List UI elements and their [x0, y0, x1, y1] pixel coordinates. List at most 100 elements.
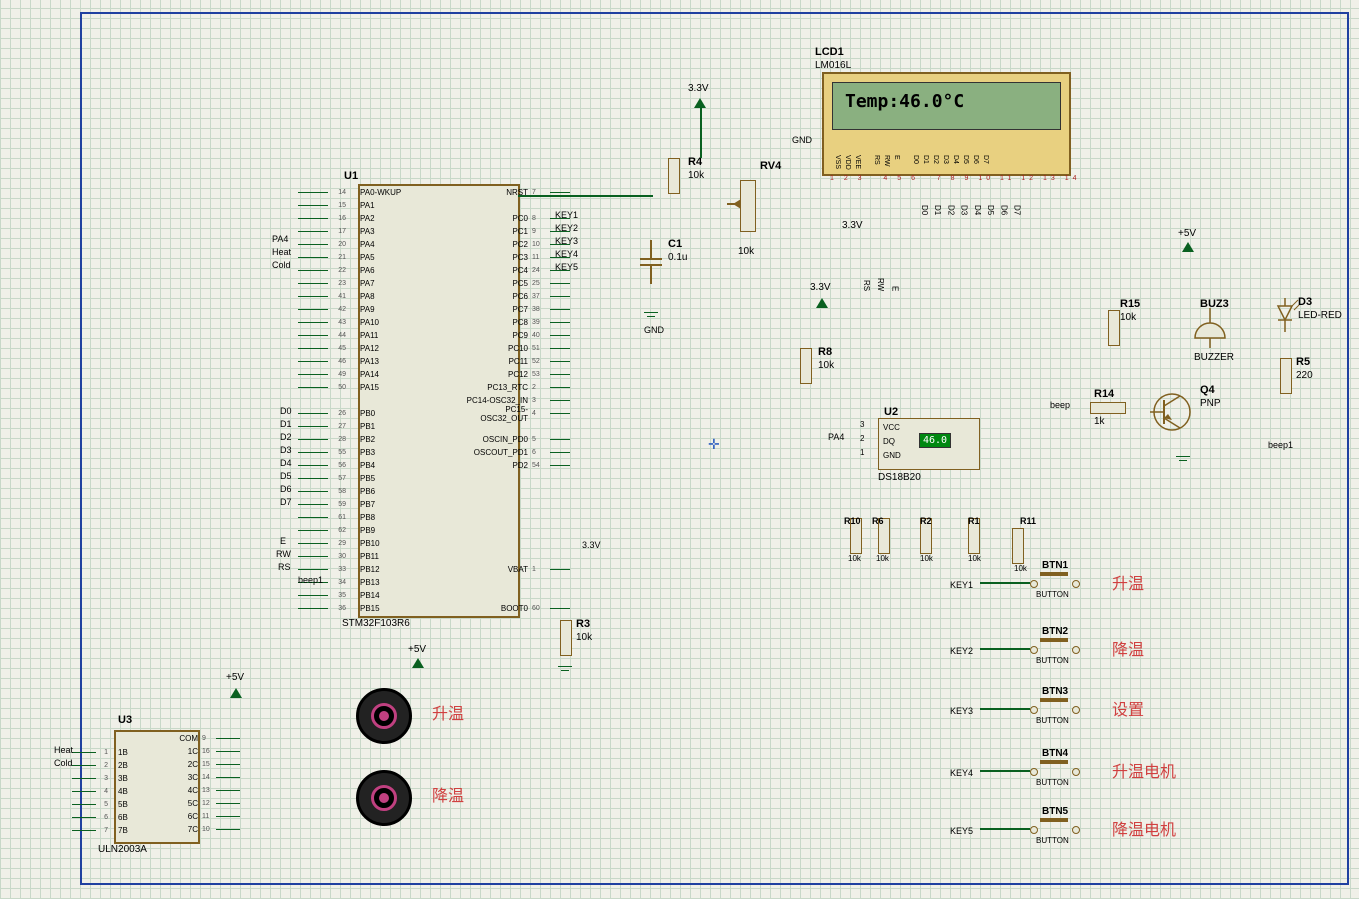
mcu-left-pin-row: 26 PB0	[298, 407, 401, 420]
button-btn3[interactable]	[1030, 700, 1080, 714]
btn-part-btn3: BUTTON	[1036, 716, 1069, 725]
r3-ref: R3	[576, 618, 590, 630]
mcu-right-pin-row: PC12 53	[460, 368, 570, 381]
mcu-right-pin-row	[460, 485, 570, 498]
net-d0: D0	[920, 205, 929, 215]
mcu-left-pin-row: 27 PB1	[298, 420, 401, 433]
mcu-left-pin-row: 23 PA7	[298, 277, 401, 290]
mcu-right-pin-row: PC2 10	[460, 238, 570, 251]
mcu-right-pin-row: PC7 38	[460, 303, 570, 316]
sensor-chip: VCC DQ GND 46.0	[878, 418, 980, 470]
net-d5-mcu: D5	[280, 471, 292, 481]
btn-part-btn4: BUTTON	[1036, 778, 1069, 787]
net-d3: D3	[960, 205, 969, 215]
button-btn1[interactable]	[1030, 574, 1080, 588]
mcu-part: STM32F103R6	[342, 618, 410, 629]
r14-val: 1k	[1094, 416, 1105, 427]
btn-ref-btn4: BTN4	[1042, 748, 1068, 759]
r8-val: 10k	[818, 360, 834, 371]
lcd-part: LM016L	[815, 60, 851, 71]
mcu-left-pin-row: 45 PA12	[298, 342, 401, 355]
lcd-ctrl-nets: RS RW E	[862, 278, 899, 293]
rv4-val: 10k	[738, 246, 754, 257]
uln-part: ULN2003A	[98, 844, 147, 855]
uln-right-pin-row: 1C 16	[160, 745, 240, 758]
mcu-right-pin-row: PC3 11	[460, 251, 570, 264]
btn-ref-btn3: BTN3	[1042, 686, 1068, 697]
net-rs: RS	[862, 280, 871, 291]
sensor-pin-gnd: GND	[883, 451, 901, 460]
vcc-33v-2: 3.3V	[810, 282, 831, 293]
r5-val: 220	[1296, 370, 1313, 381]
uln-right-pin-row: COM 9	[160, 732, 240, 745]
button-btn2[interactable]	[1030, 640, 1080, 654]
mcu-right-pin-row: PC11 52	[460, 355, 570, 368]
r6-val: 10k	[876, 554, 889, 563]
mcu-left-pin-row: 41 PA8	[298, 290, 401, 303]
btn-net-btn3: KEY3	[950, 706, 973, 716]
motor-cold-label: 降温	[432, 782, 464, 806]
button-btn5[interactable]	[1030, 820, 1080, 834]
mcu-right-pin-row	[460, 537, 570, 550]
mcu-left-pin-row: 43 PA10	[298, 316, 401, 329]
mcu-left-pin-row: 62 PB9	[298, 524, 401, 537]
lcd-pin-rs: RS	[873, 155, 880, 170]
btn-net-btn5: KEY5	[950, 826, 973, 836]
mcu-left-pin-group: 14 PA0-WKUP 15 PA1 16 PA2 17 PA3 20 PA4 …	[298, 186, 401, 615]
wire-btn-btn2	[980, 648, 1030, 650]
cursor-crosshair-icon: ✛	[708, 436, 720, 453]
net-d6: D6	[999, 205, 1008, 215]
uln-left-pin-row: 4 4B	[72, 785, 128, 798]
r2-val: 10k	[920, 554, 933, 563]
net-e-mcu: E	[280, 536, 286, 546]
btn-net-btn2: KEY2	[950, 646, 973, 656]
sensor-pin-vcc: VCC	[883, 423, 900, 432]
power-arrow-1	[694, 98, 706, 108]
buzzer-buz3	[1190, 308, 1230, 351]
potentiometer-rv4	[740, 180, 756, 232]
lcd-pin-d4: D4	[952, 155, 959, 170]
wire-btn-btn5	[980, 828, 1030, 830]
lcd-gnd-label: GND	[792, 135, 812, 145]
uln-left-pin-row: 5 5B	[72, 798, 128, 811]
mcu-left-pin-row: 22 PA6	[298, 264, 401, 277]
btn-net-btn4: KEY4	[950, 768, 973, 778]
mcu-right-pin-row: PC10 51	[460, 342, 570, 355]
resistor-r8	[800, 348, 812, 384]
mcu-right-pin-row	[460, 550, 570, 563]
mcu-left-pin-row: 17 PA3	[298, 225, 401, 238]
mcu-left-pin-row: 14 PA0-WKUP	[298, 186, 401, 199]
mcu-right-pin-row: OSCIN_PD0 5	[460, 433, 570, 446]
lcd-pin-vdd: VDD	[844, 155, 851, 170]
mcu-left-pin-row: 49 PA14	[298, 368, 401, 381]
gnd-symbol-r3	[558, 666, 572, 676]
uln-right-pin-row: 5C 12	[160, 797, 240, 810]
btn-ref-btn1: BTN1	[1042, 560, 1068, 571]
lcd-display: Temp:46.0°C	[832, 82, 1061, 130]
net-key4: KEY4	[555, 249, 578, 259]
uln-left-pin-row: 2 2B	[72, 759, 128, 772]
net-key5: KEY5	[555, 262, 578, 272]
r3-val: 10k	[576, 632, 592, 643]
lcd-pin-vee: VEE	[854, 155, 861, 170]
mcu-left-pin-row: 61 PB8	[298, 511, 401, 524]
vcc-33v-vbat: 3.3V	[582, 540, 601, 550]
lcd-pin-rw: RW	[883, 155, 890, 170]
lcd-pin-d2: D2	[932, 155, 939, 170]
vcc-33v-3: 3.3V	[842, 220, 863, 231]
mcu-right-pin-row: OSCOUT_PD1 6	[460, 446, 570, 459]
resistor-r3	[560, 620, 572, 656]
button-btn4[interactable]	[1030, 762, 1080, 776]
d3-ref: D3	[1298, 296, 1312, 308]
vcc-33v-1: 3.3V	[688, 83, 709, 94]
btn-label-btn2: 降温	[1112, 636, 1144, 660]
wire-nrst	[518, 195, 653, 197]
lcd-pin-d0: D0	[912, 155, 919, 170]
uln-ref: U3	[118, 714, 132, 726]
sensor-pin-dq: DQ	[883, 437, 895, 446]
mcu-left-pin-row: 42 PA9	[298, 303, 401, 316]
net-d3-mcu: D3	[280, 445, 292, 455]
net-d2-mcu: D2	[280, 432, 292, 442]
mcu-right-pin-row: PC1 9	[460, 225, 570, 238]
btn-ref-btn5: BTN5	[1042, 806, 1068, 817]
